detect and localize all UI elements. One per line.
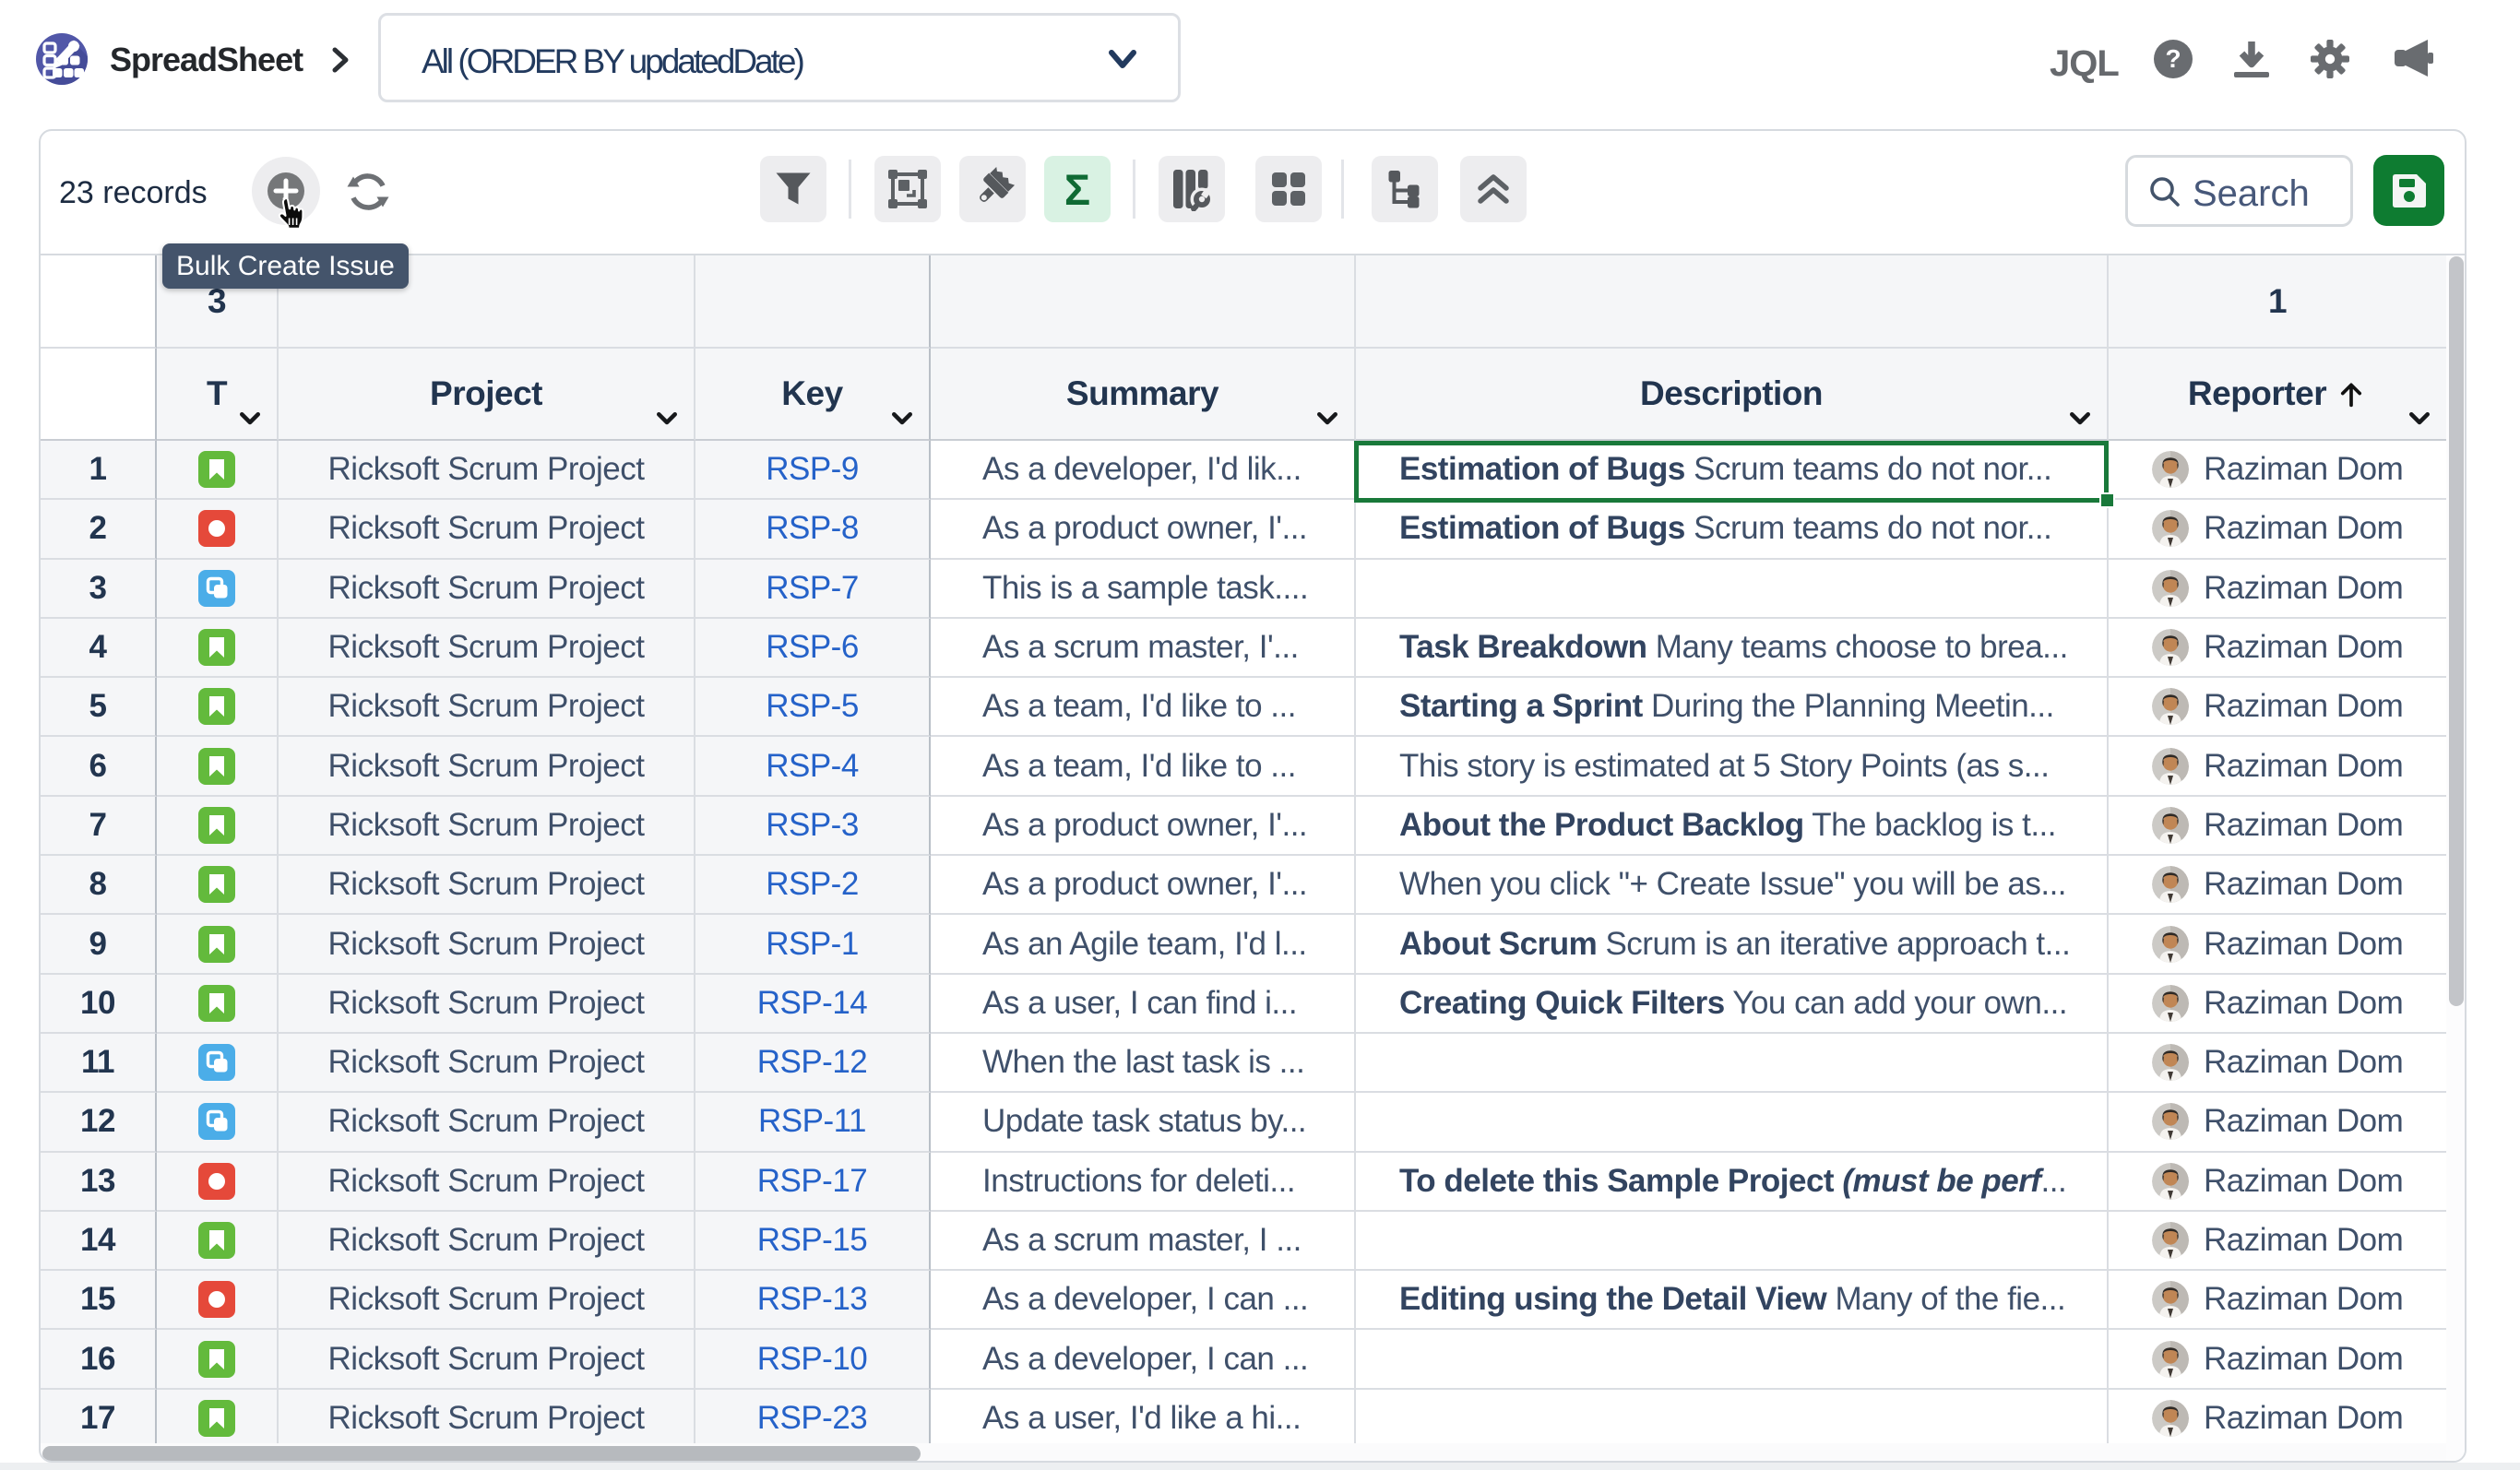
svg-text:?: ? xyxy=(2165,44,2181,73)
